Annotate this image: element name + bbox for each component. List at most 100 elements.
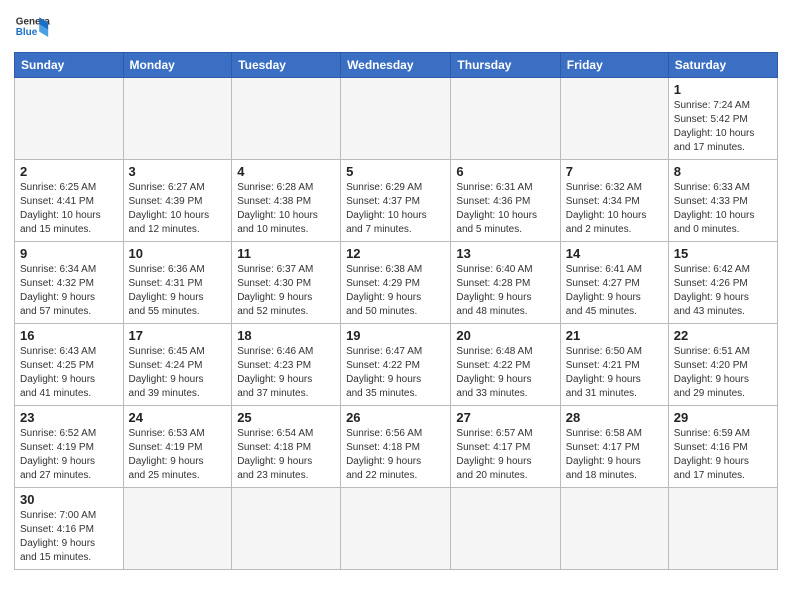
calendar-week-row: 1 Sunrise: 7:24 AM Sunset: 5:42 PM Daylig… [15, 78, 778, 160]
calendar-cell: 1 Sunrise: 7:24 AM Sunset: 5:42 PM Daylig… [668, 78, 777, 160]
calendar-week-row: 30 Sunrise: 7:00 AM Sunset: 4:16 PM Dayli… [15, 488, 778, 570]
weekday-header-row: SundayMondayTuesdayWednesdayThursdayFrid… [15, 53, 778, 78]
calendar-cell [232, 488, 341, 570]
day-number: 28 [566, 410, 663, 425]
calendar-cell: 29Sunrise: 6:59 AM Sunset: 4:16 PM Dayli… [668, 406, 777, 488]
calendar-cell: 5 Sunrise: 6:29 AM Sunset: 4:37 PM Daylig… [341, 160, 451, 242]
day-info: Sunrise: 6:28 AM Sunset: 4:38 PM Dayligh… [237, 181, 335, 237]
day-info: Sunrise: 6:48 AM Sunset: 4:22 PM Dayligh… [456, 345, 554, 401]
day-number: 25 [237, 410, 335, 425]
calendar-table: SundayMondayTuesdayWednesdayThursdayFrid… [14, 52, 778, 570]
day-info: Sunrise: 6:56 AM Sunset: 4:18 PM Dayligh… [346, 427, 445, 483]
header: General Blue [14, 10, 778, 46]
calendar-week-row: 2Sunrise: 6:25 AM Sunset: 4:41 PM Daylig… [15, 160, 778, 242]
day-info: Sunrise: 6:59 AM Sunset: 4:16 PM Dayligh… [674, 427, 772, 483]
calendar-cell [451, 78, 560, 160]
weekday-header-wednesday: Wednesday [341, 53, 451, 78]
day-number: 9 [20, 246, 118, 261]
calendar-cell: 2Sunrise: 6:25 AM Sunset: 4:41 PM Daylig… [15, 160, 124, 242]
calendar-cell: 20 Sunrise: 6:48 AM Sunset: 4:22 PM Dayli… [451, 324, 560, 406]
day-number: 20 [456, 328, 554, 343]
day-number: 17 [129, 328, 227, 343]
day-number: 30 [20, 492, 118, 507]
calendar-cell [341, 78, 451, 160]
calendar-cell [668, 488, 777, 570]
day-info: Sunrise: 6:53 AM Sunset: 4:19 PM Dayligh… [129, 427, 227, 483]
logo: General Blue [14, 10, 50, 46]
day-info: Sunrise: 6:37 AM Sunset: 4:30 PM Dayligh… [237, 263, 335, 319]
calendar-cell: 17 Sunrise: 6:45 AM Sunset: 4:24 PM Dayli… [123, 324, 232, 406]
day-info: Sunrise: 6:50 AM Sunset: 4:21 PM Dayligh… [566, 345, 663, 401]
day-info: Sunrise: 7:00 AM Sunset: 4:16 PM Dayligh… [20, 509, 118, 565]
day-info: Sunrise: 6:25 AM Sunset: 4:41 PM Dayligh… [20, 181, 118, 237]
calendar-cell: 24 Sunrise: 6:53 AM Sunset: 4:19 PM Dayli… [123, 406, 232, 488]
day-number: 5 [346, 164, 445, 179]
calendar-cell: 4 Sunrise: 6:28 AM Sunset: 4:38 PM Daylig… [232, 160, 341, 242]
day-number: 12 [346, 246, 445, 261]
weekday-header-thursday: Thursday [451, 53, 560, 78]
calendar-cell: 27 Sunrise: 6:57 AM Sunset: 4:17 PM Dayli… [451, 406, 560, 488]
calendar-cell: 25 Sunrise: 6:54 AM Sunset: 4:18 PM Dayli… [232, 406, 341, 488]
day-info: Sunrise: 6:29 AM Sunset: 4:37 PM Dayligh… [346, 181, 445, 237]
calendar-week-row: 16 Sunrise: 6:43 AM Sunset: 4:25 PM Dayli… [15, 324, 778, 406]
day-number: 4 [237, 164, 335, 179]
day-info: Sunrise: 6:33 AM Sunset: 4:33 PM Dayligh… [674, 181, 772, 237]
calendar-cell: 13 Sunrise: 6:40 AM Sunset: 4:28 PM Dayli… [451, 242, 560, 324]
calendar-cell: 16 Sunrise: 6:43 AM Sunset: 4:25 PM Dayli… [15, 324, 124, 406]
day-info: Sunrise: 6:43 AM Sunset: 4:25 PM Dayligh… [20, 345, 118, 401]
day-info: Sunrise: 7:24 AM Sunset: 5:42 PM Dayligh… [674, 99, 772, 155]
day-info: Sunrise: 6:45 AM Sunset: 4:24 PM Dayligh… [129, 345, 227, 401]
day-number: 7 [566, 164, 663, 179]
day-number: 14 [566, 246, 663, 261]
day-number: 21 [566, 328, 663, 343]
day-info: Sunrise: 6:38 AM Sunset: 4:29 PM Dayligh… [346, 263, 445, 319]
day-info: Sunrise: 6:36 AM Sunset: 4:31 PM Dayligh… [129, 263, 227, 319]
day-info: Sunrise: 6:57 AM Sunset: 4:17 PM Dayligh… [456, 427, 554, 483]
day-info: Sunrise: 6:46 AM Sunset: 4:23 PM Dayligh… [237, 345, 335, 401]
svg-text:Blue: Blue [16, 27, 38, 38]
calendar-cell [123, 488, 232, 570]
day-info: Sunrise: 6:54 AM Sunset: 4:18 PM Dayligh… [237, 427, 335, 483]
calendar-cell: 6Sunrise: 6:31 AM Sunset: 4:36 PM Daylig… [451, 160, 560, 242]
day-info: Sunrise: 6:42 AM Sunset: 4:26 PM Dayligh… [674, 263, 772, 319]
day-info: Sunrise: 6:41 AM Sunset: 4:27 PM Dayligh… [566, 263, 663, 319]
day-info: Sunrise: 6:52 AM Sunset: 4:19 PM Dayligh… [20, 427, 118, 483]
weekday-header-monday: Monday [123, 53, 232, 78]
calendar-cell: 21 Sunrise: 6:50 AM Sunset: 4:21 PM Dayli… [560, 324, 668, 406]
day-number: 11 [237, 246, 335, 261]
calendar-cell: 9 Sunrise: 6:34 AM Sunset: 4:32 PM Daylig… [15, 242, 124, 324]
weekday-header-tuesday: Tuesday [232, 53, 341, 78]
day-info: Sunrise: 6:34 AM Sunset: 4:32 PM Dayligh… [20, 263, 118, 319]
calendar-cell: 3Sunrise: 6:27 AM Sunset: 4:39 PM Daylig… [123, 160, 232, 242]
calendar-cell: 30 Sunrise: 7:00 AM Sunset: 4:16 PM Dayli… [15, 488, 124, 570]
day-info: Sunrise: 6:40 AM Sunset: 4:28 PM Dayligh… [456, 263, 554, 319]
generalblue-logo-icon: General Blue [14, 10, 50, 46]
calendar-cell [560, 78, 668, 160]
day-number: 1 [674, 82, 772, 97]
calendar-cell: 12 Sunrise: 6:38 AM Sunset: 4:29 PM Dayli… [341, 242, 451, 324]
day-number: 27 [456, 410, 554, 425]
calendar-cell: 23Sunrise: 6:52 AM Sunset: 4:19 PM Dayli… [15, 406, 124, 488]
day-number: 3 [129, 164, 227, 179]
calendar-cell: 28Sunrise: 6:58 AM Sunset: 4:17 PM Dayli… [560, 406, 668, 488]
calendar-cell [341, 488, 451, 570]
day-number: 13 [456, 246, 554, 261]
weekday-header-sunday: Sunday [15, 53, 124, 78]
day-number: 22 [674, 328, 772, 343]
calendar-cell [232, 78, 341, 160]
page: General Blue SundayMondayTuesdayWednesda… [0, 0, 792, 584]
day-number: 19 [346, 328, 445, 343]
day-info: Sunrise: 6:32 AM Sunset: 4:34 PM Dayligh… [566, 181, 663, 237]
calendar-cell: 15 Sunrise: 6:42 AM Sunset: 4:26 PM Dayli… [668, 242, 777, 324]
calendar-cell: 10Sunrise: 6:36 AM Sunset: 4:31 PM Dayli… [123, 242, 232, 324]
day-number: 16 [20, 328, 118, 343]
day-number: 15 [674, 246, 772, 261]
calendar-cell: 19Sunrise: 6:47 AM Sunset: 4:22 PM Dayli… [341, 324, 451, 406]
calendar-cell: 14 Sunrise: 6:41 AM Sunset: 4:27 PM Dayli… [560, 242, 668, 324]
calendar-cell: 26Sunrise: 6:56 AM Sunset: 4:18 PM Dayli… [341, 406, 451, 488]
calendar-cell: 11 Sunrise: 6:37 AM Sunset: 4:30 PM Dayli… [232, 242, 341, 324]
calendar-cell: 7 Sunrise: 6:32 AM Sunset: 4:34 PM Daylig… [560, 160, 668, 242]
calendar-cell: 8Sunrise: 6:33 AM Sunset: 4:33 PM Daylig… [668, 160, 777, 242]
day-number: 24 [129, 410, 227, 425]
calendar-cell [123, 78, 232, 160]
